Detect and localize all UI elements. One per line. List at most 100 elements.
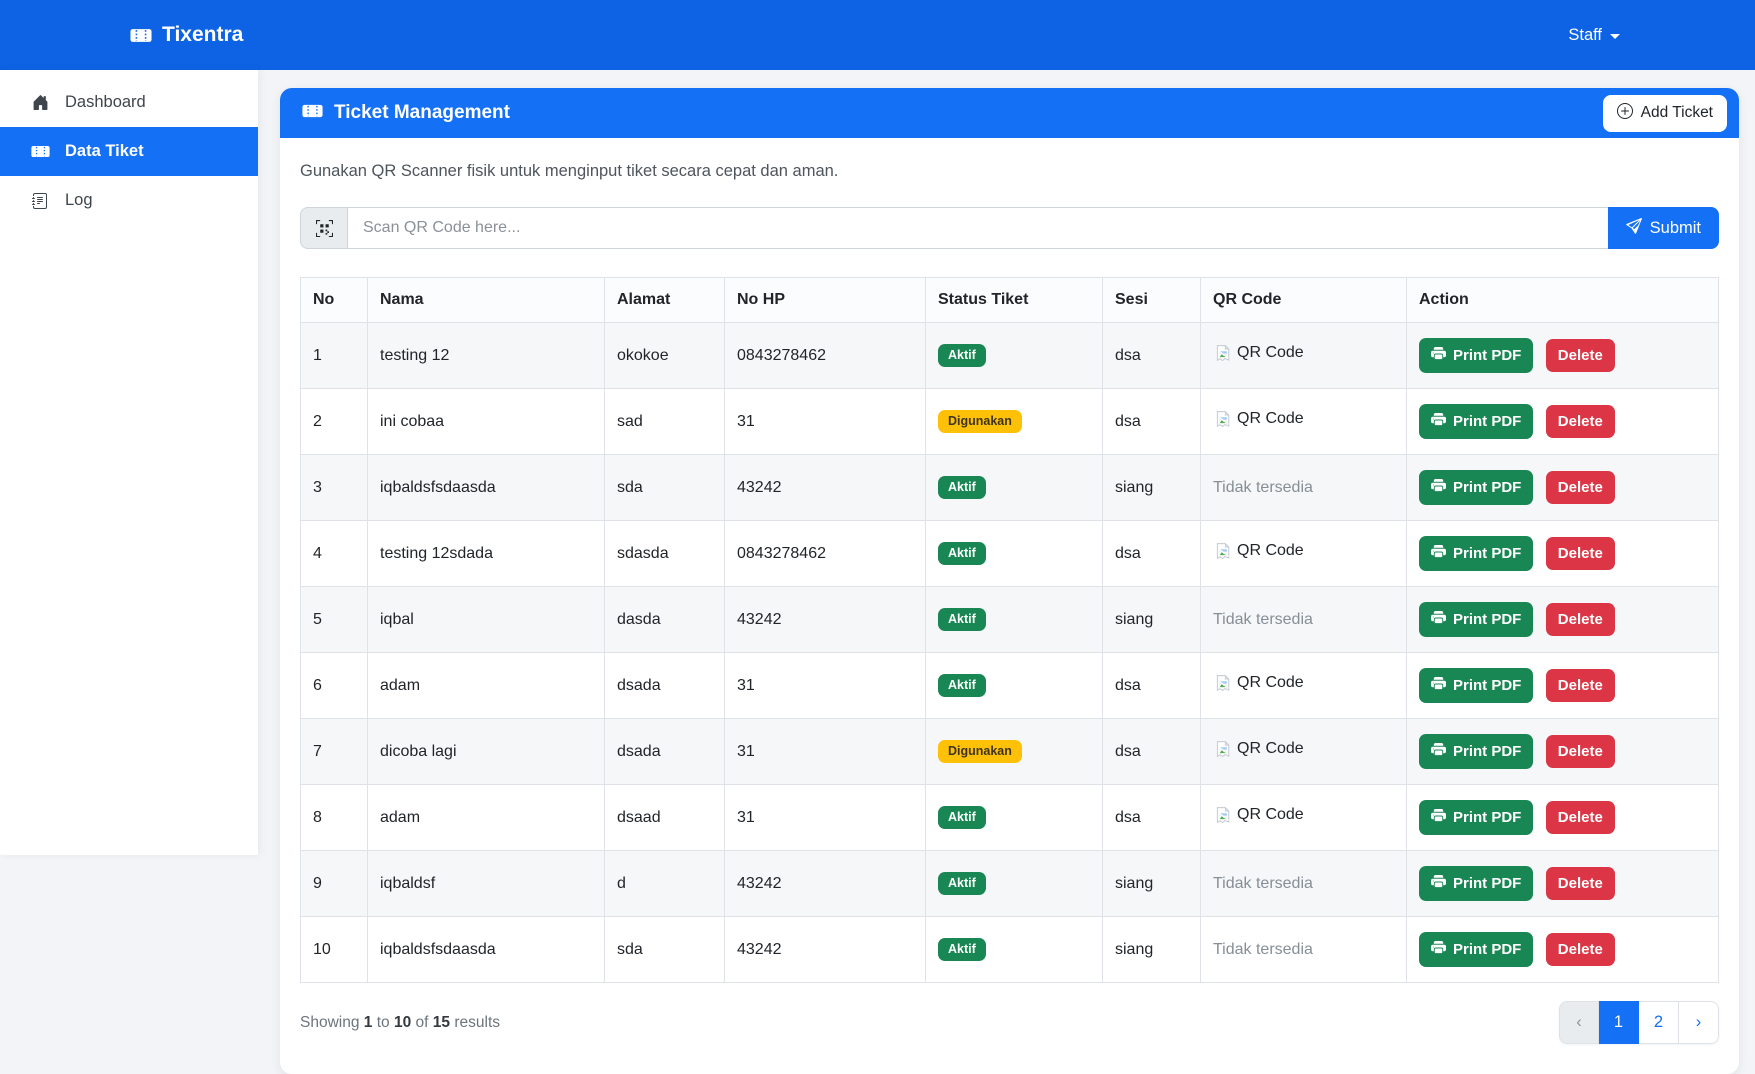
sidebar-item-dashboard[interactable]: Dashboard xyxy=(0,78,258,127)
print-pdf-button[interactable]: Print PDF xyxy=(1419,668,1533,703)
table-row: 5 iqbal dasda 43242 Aktif siang Tidak te… xyxy=(301,587,1719,653)
print-pdf-button[interactable]: Print PDF xyxy=(1419,734,1533,769)
brand-label: Tixentra xyxy=(162,23,243,47)
next-page-button[interactable]: › xyxy=(1679,1001,1719,1044)
scanner-info-text: Gunakan QR Scanner fisik untuk menginput… xyxy=(300,162,1719,181)
cell-alamat: d xyxy=(605,851,725,917)
sidebar-item-label: Log xyxy=(65,191,93,210)
print-pdf-button[interactable]: Print PDF xyxy=(1419,800,1533,835)
print-pdf-button[interactable]: Print PDF xyxy=(1419,866,1533,901)
table-row: 9 iqbaldsf d 43242 Aktif siang Tidak ter… xyxy=(301,851,1719,917)
print-pdf-button[interactable]: Print PDF xyxy=(1419,932,1533,967)
header-status-tiket: Status Tiket xyxy=(926,278,1103,323)
cell-nama: iqbaldsfsdaasda xyxy=(368,455,605,521)
summary-from: 1 xyxy=(364,1014,373,1031)
cell-no: 6 xyxy=(301,653,368,719)
prev-page-button: ‹ xyxy=(1559,1001,1599,1044)
sidebar-item-log[interactable]: Log xyxy=(0,176,258,225)
sidebar: Dashboard Data Tiket Log xyxy=(0,70,258,855)
qr-broken-image-icon xyxy=(1213,739,1234,760)
cell-no-hp: 31 xyxy=(725,719,926,785)
submit-button[interactable]: Submit xyxy=(1608,207,1719,249)
printer-icon xyxy=(1431,676,1446,695)
print-pdf-button[interactable]: Print PDF xyxy=(1419,536,1533,571)
cell-sesi: dsa xyxy=(1103,785,1201,851)
qr-alt-text: QR Code xyxy=(1237,740,1304,758)
qr-broken-image-icon xyxy=(1213,673,1234,694)
qr-cell: Tidak tersedia xyxy=(1201,851,1407,917)
card-body: Gunakan QR Scanner fisik untuk menginput… xyxy=(280,138,1739,1074)
status-badge: Aktif xyxy=(938,476,986,499)
brand-link[interactable]: Tixentra xyxy=(130,23,243,47)
print-pdf-button[interactable]: Print PDF xyxy=(1419,470,1533,505)
user-dropdown[interactable]: Staff xyxy=(1568,26,1620,45)
delete-button[interactable]: Delete xyxy=(1546,339,1615,372)
cell-alamat: sda xyxy=(605,455,725,521)
cell-no-hp: 0843278462 xyxy=(725,521,926,587)
qr-scan-icon xyxy=(300,207,348,249)
print-pdf-button[interactable]: Print PDF xyxy=(1419,404,1533,439)
status-badge: Digunakan xyxy=(938,410,1022,433)
page-1-button[interactable]: 1 xyxy=(1599,1001,1639,1044)
cell-no: 3 xyxy=(301,455,368,521)
table-row: 10 iqbaldsfsdaasda sda 43242 Aktif siang… xyxy=(301,917,1719,983)
cell-no: 7 xyxy=(301,719,368,785)
summary-text: Showing xyxy=(300,1014,359,1031)
print-pdf-label: Print PDF xyxy=(1453,479,1521,496)
ticket-icon xyxy=(302,102,323,124)
delete-button[interactable]: Delete xyxy=(1546,735,1615,768)
page-title: Ticket Management xyxy=(302,102,510,124)
pagination: ‹12› xyxy=(1559,1001,1719,1044)
results-summary: Showing 1 to 10 of 15 results xyxy=(300,1014,500,1032)
delete-button[interactable]: Delete xyxy=(1546,537,1615,570)
printer-icon xyxy=(1431,478,1446,497)
print-pdf-button[interactable]: Print PDF xyxy=(1419,602,1533,637)
cell-action: Print PDF Delete xyxy=(1407,719,1719,785)
delete-button[interactable]: Delete xyxy=(1546,933,1615,966)
cell-no: 2 xyxy=(301,389,368,455)
cell-nama: testing 12 xyxy=(368,323,605,389)
cell-nama: adam xyxy=(368,653,605,719)
table-row: 8 adam dsaad 31 Aktif dsa QR Code xyxy=(301,785,1719,851)
cell-status: Aktif xyxy=(926,455,1103,521)
cell-action: Print PDF Delete xyxy=(1407,455,1719,521)
ticket-table: No Nama Alamat No HP Status Tiket Sesi Q… xyxy=(300,277,1719,983)
page-2-button[interactable]: 2 xyxy=(1639,1001,1679,1044)
qr-missing-text: Tidak tersedia xyxy=(1213,479,1313,497)
print-pdf-label: Print PDF xyxy=(1453,809,1521,826)
add-ticket-button[interactable]: Add Ticket xyxy=(1603,95,1727,132)
cell-nama: testing 12sdada xyxy=(368,521,605,587)
qr-cell: QR Code xyxy=(1201,389,1407,455)
cell-sesi: dsa xyxy=(1103,323,1201,389)
qr-broken-image-icon xyxy=(1213,409,1234,430)
printer-icon xyxy=(1431,544,1446,563)
cell-no-hp: 31 xyxy=(725,653,926,719)
qr-alt-text: QR Code xyxy=(1237,410,1304,428)
sidebar-item-data-tiket[interactable]: Data Tiket xyxy=(0,127,258,176)
qr-cell: QR Code xyxy=(1201,323,1407,389)
delete-button[interactable]: Delete xyxy=(1546,471,1615,504)
cell-sesi: siang xyxy=(1103,455,1201,521)
qr-broken-image-icon xyxy=(1213,805,1234,826)
qr-alt-text: QR Code xyxy=(1237,806,1304,824)
qr-cell: Tidak tersedia xyxy=(1201,455,1407,521)
delete-button[interactable]: Delete xyxy=(1546,603,1615,636)
cell-no: 9 xyxy=(301,851,368,917)
delete-button[interactable]: Delete xyxy=(1546,405,1615,438)
cell-no: 1 xyxy=(301,323,368,389)
delete-button[interactable]: Delete xyxy=(1546,801,1615,834)
header-qr-code: QR Code xyxy=(1201,278,1407,323)
cell-sesi: dsa xyxy=(1103,719,1201,785)
cell-action: Print PDF Delete xyxy=(1407,917,1719,983)
ticket-icon xyxy=(30,145,50,158)
qr-alt-text: QR Code xyxy=(1237,542,1304,560)
print-pdf-button[interactable]: Print PDF xyxy=(1419,338,1533,373)
cell-status: Aktif xyxy=(926,587,1103,653)
delete-button[interactable]: Delete xyxy=(1546,867,1615,900)
delete-button[interactable]: Delete xyxy=(1546,669,1615,702)
table-row: 3 iqbaldsfsdaasda sda 43242 Aktif siang … xyxy=(301,455,1719,521)
status-badge: Aktif xyxy=(938,938,986,961)
qr-scan-input[interactable] xyxy=(348,207,1608,249)
cell-no: 10 xyxy=(301,917,368,983)
qr-cell: QR Code xyxy=(1201,521,1407,587)
